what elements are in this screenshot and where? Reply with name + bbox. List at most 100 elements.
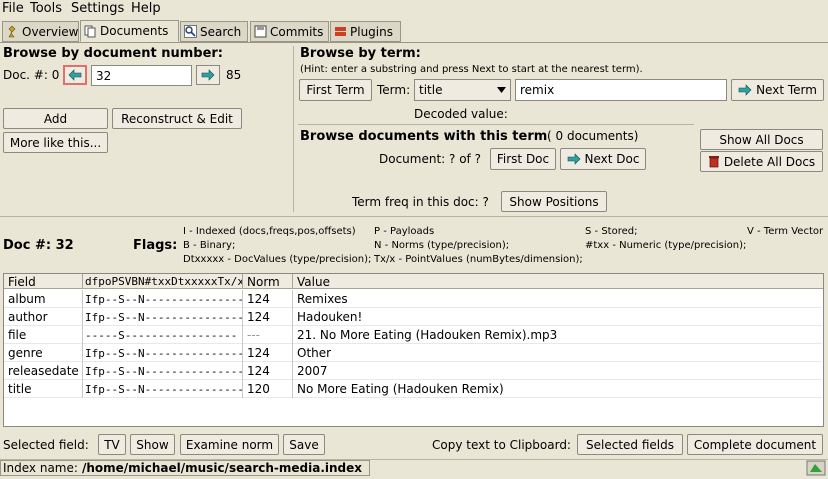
doc-number-input[interactable]: 32 xyxy=(91,65,192,86)
header-norm[interactable]: Norm xyxy=(243,274,293,289)
delete-all-docs-button[interactable]: Delete All Docs xyxy=(700,151,823,172)
table-row[interactable]: releasedate Ifp--S--N----------------- 124… xyxy=(4,362,822,380)
tab-search-label: Search xyxy=(200,24,242,39)
term-field-select[interactable]: title xyxy=(414,79,511,101)
term-field-select-value: title xyxy=(419,83,443,97)
header-value[interactable]: Value xyxy=(293,274,823,289)
search-icon xyxy=(184,25,197,38)
field-flags-cell: Ifp--S--N----------------- xyxy=(83,344,243,362)
selected-field-label: Selected field: xyxy=(3,438,89,452)
index-status-icon xyxy=(806,460,826,476)
reconstruct-edit-button[interactable]: Reconstruct & Edit xyxy=(112,108,242,129)
flag-legend-term-vector: V - Term Vector xyxy=(747,226,824,237)
browse-doc-title: Browse by document number: xyxy=(3,46,223,61)
next-term-button[interactable]: Next Term xyxy=(731,79,824,101)
table-row[interactable]: album Ifp--S--N----------------- 124 Remixe… xyxy=(4,290,822,308)
field-name-cell: file xyxy=(4,326,83,344)
copy-complete-document-button[interactable]: Complete document xyxy=(687,434,823,455)
menu-file[interactable]: File xyxy=(2,1,24,16)
show-all-docs-button[interactable]: Show All Docs xyxy=(700,129,823,150)
next-doc-label: Next Doc xyxy=(584,152,640,166)
right-arrow-icon xyxy=(201,69,215,81)
flag-legend-norms: N - Norms (type/precision); xyxy=(374,240,510,251)
term-divider xyxy=(298,124,694,125)
next-doc-number-button[interactable] xyxy=(196,65,220,85)
documents-icon xyxy=(84,25,97,38)
status-panel: Index name: /home/michael/music/search-m… xyxy=(0,460,370,476)
term-input[interactable]: remix xyxy=(515,79,727,101)
field-norm-cell: 124 xyxy=(243,344,293,362)
field-value-cell: No More Eating (Hadouken Remix) xyxy=(297,382,504,396)
show-button[interactable]: Show xyxy=(130,434,175,455)
examine-norm-button[interactable]: Examine norm xyxy=(180,434,279,455)
field-flags-cell: Ifp--S--N----------------- xyxy=(83,290,243,308)
right-arrow-icon xyxy=(738,84,752,96)
menu-tools[interactable]: Tools xyxy=(30,1,62,16)
next-term-label: Next Term xyxy=(756,83,817,97)
panel-divider xyxy=(293,46,294,212)
field-flags-cell: Ifp--S--N----------------- xyxy=(83,308,243,326)
flag-legend-payloads: P - Payloads xyxy=(374,226,435,237)
field-norm-cell: 124 xyxy=(243,290,293,308)
browse-term-hint: (Hint: enter a substring and press Next … xyxy=(300,64,643,75)
menu-settings[interactable]: Settings xyxy=(71,1,124,16)
tab-overview[interactable]: Overview xyxy=(2,21,79,42)
tab-commits[interactable]: Commits xyxy=(250,21,329,42)
tab-documents-label: Documents xyxy=(100,24,169,38)
first-doc-button[interactable]: First Doc xyxy=(490,148,556,170)
copy-selected-fields-button[interactable]: Selected fields xyxy=(577,434,683,455)
flag-legend-stored: S - Stored; xyxy=(585,226,638,237)
flag-legend-docvalues: Dtxxxxx - DocValues (type/precision); xyxy=(183,254,372,265)
section-divider xyxy=(0,216,828,217)
field-name-cell: author xyxy=(4,308,83,326)
term-label: Term: xyxy=(377,83,411,97)
docs-count-label: ( 0 documents) xyxy=(547,129,639,143)
document-position-label: Document: ? of ? xyxy=(379,152,481,166)
copy-clipboard-label: Copy text to Clipboard: xyxy=(432,438,571,452)
tab-commits-label: Commits xyxy=(270,24,324,39)
table-row[interactable]: author Ifp--S--N----------------- 124 Hadou… xyxy=(4,308,822,326)
add-button[interactable]: Add xyxy=(3,108,108,129)
max-doc-label: 85 xyxy=(226,68,242,82)
tab-documents[interactable]: Documents xyxy=(80,20,179,42)
field-norm-cell: 124 xyxy=(243,362,293,380)
first-term-button[interactable]: First Term xyxy=(299,79,372,101)
decoded-value-label: Decoded value: xyxy=(414,107,508,121)
prev-doc-button[interactable] xyxy=(63,65,87,85)
field-value-cell: 21. No More Eating (Hadouken Remix).mp3 xyxy=(297,328,558,342)
field-flags-cell: Ifp--S--N----------------- xyxy=(83,362,243,380)
flag-legend-pointvalues: Tx/x - PointValues (numBytes/dimension); xyxy=(374,254,583,265)
field-value-cell: Remixes xyxy=(297,292,348,306)
status-icon xyxy=(806,460,826,476)
tv-button[interactable]: TV xyxy=(98,434,126,455)
show-positions-button[interactable]: Show Positions xyxy=(501,191,607,212)
chevron-down-icon xyxy=(497,87,506,93)
field-flags-cell: -----S----------------- xyxy=(83,326,243,344)
field-name-cell: releasedate xyxy=(4,362,83,380)
field-name-cell: title xyxy=(4,380,83,398)
field-name-cell: genre xyxy=(4,344,83,362)
header-field[interactable]: Field xyxy=(4,274,83,289)
flag-legend-indexed: I - Indexed (docs,freqs,pos,offsets) xyxy=(183,226,356,237)
tab-plugins[interactable]: Plugins xyxy=(330,21,401,42)
table-row[interactable]: file -----S----------------- --- 21. No Mor… xyxy=(4,326,822,344)
right-arrow-icon xyxy=(567,153,580,165)
index-path: /home/michael/music/search-media.index xyxy=(81,461,362,475)
next-doc-button[interactable]: Next Doc xyxy=(560,148,646,170)
save-button[interactable]: Save xyxy=(283,434,325,455)
doc-number-label: Doc. #: 0 xyxy=(3,68,60,82)
header-flags[interactable]: dfpoPSVBN#txxDtxxxxxTx/x xyxy=(83,274,243,289)
term-freq-label: Term freq in this doc: ? xyxy=(352,195,489,209)
left-arrow-icon xyxy=(68,69,82,81)
menu-help[interactable]: Help xyxy=(131,1,161,16)
commits-icon xyxy=(254,25,267,38)
more-like-this-button[interactable]: More like this... xyxy=(3,132,108,153)
field-flags-cell: Ifp--S--N----------------- xyxy=(83,380,243,398)
field-value-cell: Other xyxy=(297,346,332,360)
table-row[interactable]: title Ifp--S--N----------------- 120 No Mor… xyxy=(4,380,822,398)
delete-all-docs-label: Delete All Docs xyxy=(723,154,816,169)
index-name-label: Index name: xyxy=(3,461,78,475)
field-name-cell: album xyxy=(4,290,83,308)
table-row[interactable]: genre Ifp--S--N----------------- 124 Other xyxy=(4,344,822,362)
tab-search[interactable]: Search xyxy=(180,21,248,42)
